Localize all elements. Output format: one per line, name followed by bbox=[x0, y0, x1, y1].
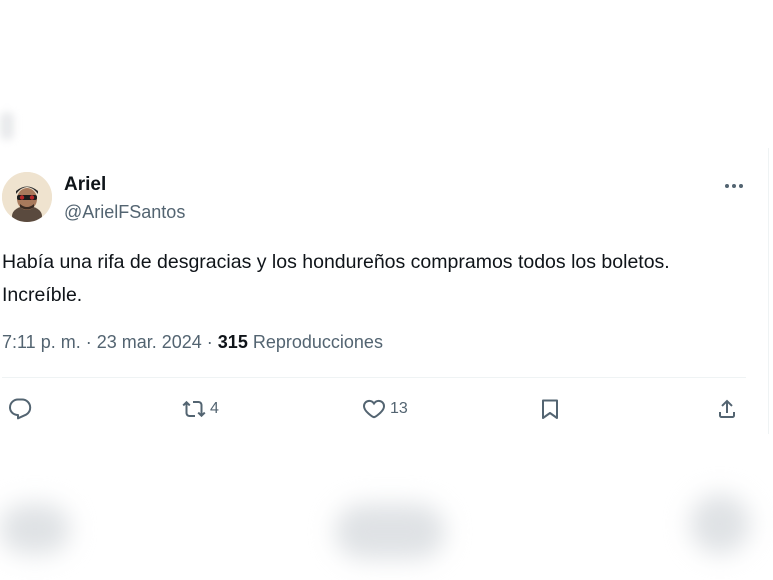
views-label: Reproducciones bbox=[252, 332, 383, 352]
avatar-image bbox=[2, 172, 52, 222]
meta-separator: · bbox=[201, 332, 218, 352]
blurred-shape bbox=[0, 504, 70, 554]
reply-button[interactable] bbox=[8, 393, 32, 425]
tweet-text: Había una rifa de desgracias y los hondu… bbox=[2, 251, 670, 306]
more-dot-icon bbox=[739, 184, 743, 188]
bookmark-button[interactable] bbox=[538, 393, 562, 425]
top-blurred-area bbox=[0, 0, 773, 148]
avatar[interactable] bbox=[2, 172, 52, 222]
blurred-edge bbox=[0, 112, 14, 140]
like-button[interactable]: 13 bbox=[362, 393, 408, 425]
share-icon bbox=[719, 399, 735, 418]
retweet-count: 4 bbox=[210, 400, 219, 417]
blurred-shape bbox=[690, 494, 750, 554]
meta-separator: · bbox=[80, 332, 97, 352]
share-button[interactable] bbox=[715, 393, 739, 425]
tweet-actions: 4 13 bbox=[0, 393, 768, 425]
retweet-icon bbox=[182, 400, 206, 418]
divider bbox=[2, 377, 746, 378]
more-dot-icon bbox=[732, 184, 736, 188]
bookmark-icon bbox=[542, 399, 558, 419]
tweet-time[interactable]: 7:11 p. m. bbox=[2, 332, 81, 352]
tweet-meta: 7:11 p. m. · 23 mar. 2024 · 315 Reproduc… bbox=[2, 332, 383, 353]
like-count: 13 bbox=[390, 400, 408, 417]
retweet-button[interactable]: 4 bbox=[182, 393, 219, 425]
more-dot-icon bbox=[725, 184, 729, 188]
tweet-card[interactable]: Ariel @ArielFSantos Había una rifa de de… bbox=[0, 148, 769, 434]
tweet-date[interactable]: 23 mar. 2024 bbox=[97, 332, 202, 352]
views-count: 315 bbox=[217, 332, 248, 352]
heart-icon bbox=[362, 399, 386, 419]
author-name[interactable]: Ariel bbox=[64, 174, 106, 196]
blurred-shape bbox=[335, 504, 445, 559]
reply-icon bbox=[9, 398, 32, 420]
more-options-button[interactable] bbox=[716, 174, 752, 198]
author-handle[interactable]: @ArielFSantos bbox=[64, 202, 185, 223]
blurred-background bbox=[0, 434, 773, 580]
